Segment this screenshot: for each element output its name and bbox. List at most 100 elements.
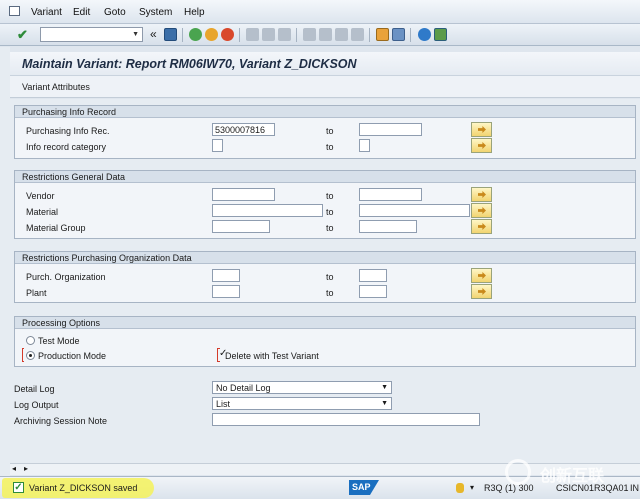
menu-help[interactable]: Help: [184, 7, 205, 18]
to-label: to: [326, 272, 334, 282]
group-restrictions-general-data: Restrictions General Data Vendor to Mate…: [14, 170, 636, 239]
menu-goto[interactable]: Goto: [104, 7, 126, 18]
sap-menu-icon[interactable]: [9, 6, 20, 16]
menu-system[interactable]: System: [139, 7, 172, 18]
watermark-text: 创新互联: [540, 468, 605, 485]
scroll-right-icon[interactable]: ▸: [24, 464, 28, 473]
vendor-to-input[interactable]: [359, 188, 422, 201]
group-title: Restrictions General Data: [15, 171, 635, 183]
prev-page-icon[interactable]: [319, 28, 332, 41]
archiving-session-note-input[interactable]: [212, 413, 480, 426]
to-label: to: [326, 191, 334, 201]
vendor-from-input[interactable]: [212, 188, 275, 201]
material-to-input[interactable]: [359, 204, 470, 217]
group-processing-options: Processing Options Test Mode Production …: [14, 316, 636, 367]
command-field[interactable]: ▼: [40, 27, 143, 42]
first-page-icon[interactable]: [303, 28, 316, 41]
to-label: to: [326, 288, 334, 298]
find-next-icon[interactable]: [278, 28, 291, 41]
plant-label: Plant: [26, 288, 47, 298]
info-record-category-from-input[interactable]: [212, 139, 223, 152]
log-output-label: Log Output: [14, 400, 59, 410]
purch-organization-from-input[interactable]: [212, 269, 240, 282]
purchasing-info-rec-from-input[interactable]: 5300007816: [212, 123, 275, 136]
toolbar-separator: [239, 28, 240, 42]
material-from-input[interactable]: [212, 204, 323, 217]
next-page-icon[interactable]: [335, 28, 348, 41]
info-record-category-to-input[interactable]: [359, 139, 370, 152]
toolbar-separator: [296, 28, 297, 42]
customize-layout-icon[interactable]: [434, 28, 447, 41]
sap-logo-text: SAP: [352, 482, 371, 492]
to-label: to: [326, 223, 334, 233]
multiple-selection-button[interactable]: [471, 219, 492, 234]
group-title: Purchasing Info Record: [15, 106, 635, 118]
save-icon[interactable]: [164, 28, 177, 41]
delete-with-test-variant-label: Delete with Test Variant: [225, 351, 319, 361]
multiple-selection-button[interactable]: [471, 122, 492, 137]
chevron-down-icon: ▼: [381, 384, 388, 391]
to-label: to: [326, 142, 334, 152]
cancel-icon[interactable]: [221, 28, 234, 41]
group-restrictions-purchasing-org: Restrictions Purchasing Organization Dat…: [14, 251, 636, 303]
create-session-icon[interactable]: [376, 28, 389, 41]
purch-organization-to-input[interactable]: [359, 269, 387, 282]
last-page-icon[interactable]: [351, 28, 364, 41]
toolbar-separator: [410, 28, 411, 42]
shortcut-icon[interactable]: [392, 28, 405, 41]
chevron-down-icon: ▼: [132, 31, 139, 38]
log-output-select[interactable]: List ▼: [212, 397, 392, 410]
plant-to-input[interactable]: [359, 285, 387, 298]
lock-icon: [456, 483, 464, 493]
group-title: Restrictions Purchasing Organization Dat…: [15, 252, 635, 264]
material-group-from-input[interactable]: [212, 220, 270, 233]
material-label: Material: [26, 207, 59, 217]
group-title: Processing Options: [15, 317, 635, 329]
plant-from-input[interactable]: [212, 285, 240, 298]
multiple-selection-button[interactable]: [471, 203, 492, 218]
title-bar: Maintain Variant: Report RM06IW70, Varia…: [10, 52, 640, 76]
multiple-selection-button[interactable]: [471, 138, 492, 153]
sap-logo: SAP: [349, 480, 379, 495]
status-bar: ✓ Variant Z_DICKSON saved SAP ▾ R3Q (1) …: [0, 459, 640, 499]
variant-attributes-button[interactable]: Variant Attributes: [22, 82, 90, 92]
purchasing-info-rec-from-value: 5300007816: [215, 125, 266, 135]
chevron-down-icon: ▼: [381, 400, 388, 407]
production-mode-label: Production Mode: [38, 351, 107, 361]
test-mode-radio[interactable]: [26, 336, 35, 345]
to-label: to: [326, 207, 334, 217]
help-icon[interactable]: [418, 28, 431, 41]
detail-log-value: No Detail Log: [216, 383, 271, 393]
system-info[interactable]: R3Q (1) 300: [484, 483, 534, 493]
purchasing-info-rec-to-input[interactable]: [359, 123, 422, 136]
multiple-selection-button[interactable]: [471, 187, 492, 202]
to-label: to: [326, 126, 334, 136]
back-icon[interactable]: [189, 28, 202, 41]
menu-edit[interactable]: Edit: [73, 7, 90, 18]
input-mode: IN: [630, 483, 639, 493]
material-group-to-input[interactable]: [359, 220, 417, 233]
status-message[interactable]: Variant Z_DICKSON saved: [29, 483, 137, 493]
enter-icon[interactable]: ✔: [17, 28, 29, 41]
purch-organization-label: Purch. Organization: [26, 272, 106, 282]
required-marker: [22, 348, 24, 362]
toolbar-separator: [182, 28, 183, 42]
multiple-selection-button[interactable]: [471, 284, 492, 299]
detail-log-select[interactable]: No Detail Log ▼: [212, 381, 392, 394]
page-title: Maintain Variant: Report RM06IW70, Varia…: [22, 57, 357, 71]
application-toolbar: Variant Attributes: [10, 76, 640, 98]
group-purchasing-info-record: Purchasing Info Record Purchasing Info R…: [14, 105, 636, 159]
system-dropdown-icon[interactable]: ▾: [470, 483, 474, 492]
log-output-value: List: [216, 399, 231, 409]
find-icon[interactable]: [262, 28, 275, 41]
exit-icon[interactable]: [205, 28, 218, 41]
production-mode-radio[interactable]: [26, 351, 35, 360]
detail-log-label: Detail Log: [14, 384, 55, 394]
menu-variant[interactable]: Variant: [31, 7, 62, 18]
multiple-selection-button[interactable]: [471, 268, 492, 283]
back-arrows-icon[interactable]: «: [150, 27, 157, 41]
print-icon[interactable]: [246, 28, 259, 41]
info-record-category-label: Info record category: [26, 142, 107, 152]
scroll-left-icon[interactable]: ◂: [12, 464, 16, 473]
purchasing-info-rec-label: Purchasing Info Rec.: [26, 126, 110, 136]
